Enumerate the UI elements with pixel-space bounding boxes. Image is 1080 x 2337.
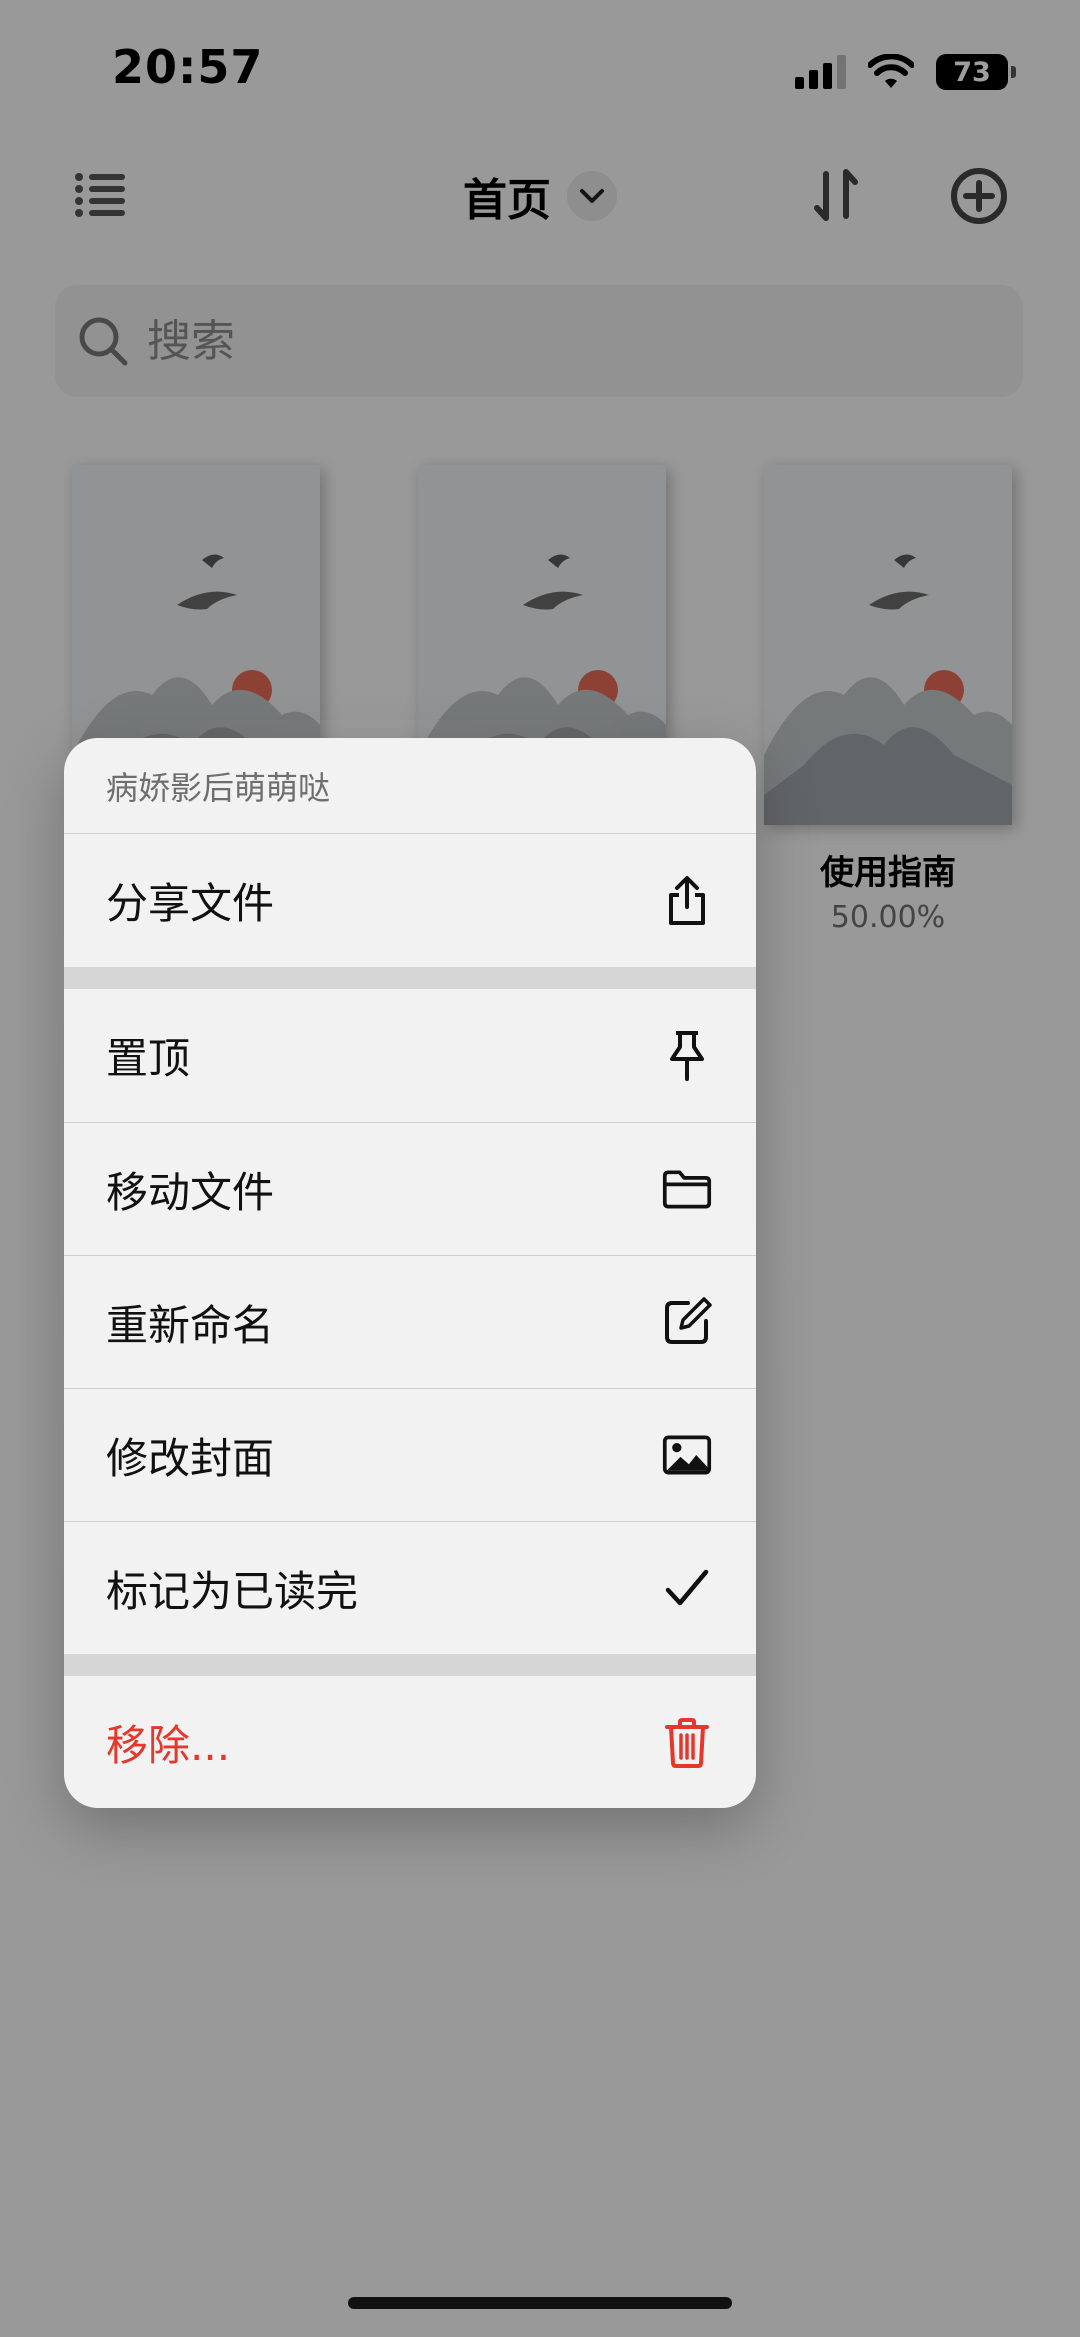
- rename-menu-item[interactable]: 重新命名: [64, 1255, 756, 1388]
- share-icon: [662, 875, 712, 926]
- menu-item-label: 重新命名: [106, 1300, 275, 1350]
- pin-icon: [662, 1030, 712, 1081]
- checkmark-icon: [662, 1563, 712, 1613]
- pin-to-top-menu-item[interactable]: 置顶: [64, 989, 756, 1122]
- menu-item-label: 置顶: [106, 1034, 191, 1083]
- menu-item-label: 移动文件: [106, 1167, 275, 1217]
- menu-item-label: 移除...: [106, 1721, 231, 1770]
- menu-group-separator: [64, 967, 756, 989]
- context-menu: 病娇影后萌萌哒 分享文件 置顶 移动文件 重新命名 修改封面 标记为已读完 移除…: [64, 738, 756, 1808]
- menu-item-label: 标记为已读完: [106, 1566, 359, 1616]
- remove-menu-item[interactable]: 移除...: [64, 1676, 756, 1808]
- change-cover-menu-item[interactable]: 修改封面: [64, 1388, 756, 1521]
- menu-item-label: 分享文件: [106, 879, 275, 928]
- home-indicator[interactable]: [348, 2297, 732, 2309]
- menu-group-separator: [64, 1654, 756, 1676]
- share-file-menu-item[interactable]: 分享文件: [64, 834, 756, 967]
- folder-icon: [662, 1164, 712, 1214]
- mark-as-read-menu-item[interactable]: 标记为已读完: [64, 1521, 756, 1654]
- trash-icon: [662, 1717, 712, 1768]
- move-file-menu-item[interactable]: 移动文件: [64, 1122, 756, 1255]
- image-icon: [662, 1430, 712, 1480]
- edit-icon: [662, 1297, 712, 1347]
- context-menu-header: 病娇影后萌萌哒: [64, 738, 756, 834]
- menu-item-label: 修改封面: [106, 1433, 275, 1483]
